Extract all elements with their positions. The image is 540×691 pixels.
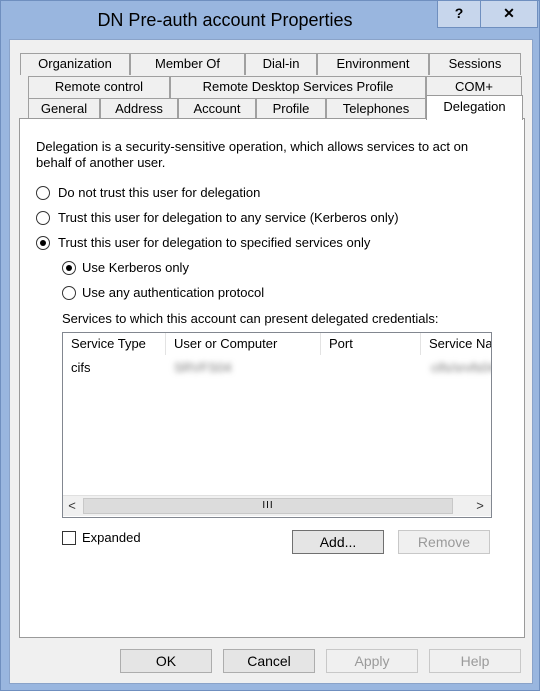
tab-delegation[interactable]: Delegation (426, 95, 523, 120)
help-title-button[interactable]: ? (437, 1, 481, 28)
tab-member-of[interactable]: Member Of (130, 53, 245, 75)
tab-telephones[interactable]: Telephones (326, 98, 426, 120)
scroll-left-icon[interactable]: < (63, 496, 81, 516)
label-trust-specified-services: Trust this user for delegation to specif… (58, 235, 371, 250)
window-title: DN Pre-auth account Properties (97, 10, 353, 30)
ok-button[interactable]: OK (120, 649, 212, 673)
apply-button[interactable]: Apply (326, 649, 418, 673)
tab-sessions[interactable]: Sessions (429, 53, 521, 75)
cancel-button[interactable]: Cancel (223, 649, 315, 673)
cell-service-type: cifs (71, 360, 91, 375)
cell-user-or-computer: SRVFS04 (174, 360, 232, 375)
horizontal-scrollbar[interactable]: < III > (63, 495, 491, 516)
label-trust-any-service: Trust this user for delegation to any se… (58, 210, 399, 225)
expanded-checkbox[interactable] (62, 531, 76, 545)
tab-dial-in[interactable]: Dial-in (245, 53, 317, 75)
column-service-name[interactable]: Service Na (421, 333, 491, 355)
remove-button[interactable]: Remove (398, 530, 490, 554)
tab-remote-control[interactable]: Remote control (28, 76, 170, 98)
add-button[interactable]: Add... (292, 530, 384, 554)
radio-use-any-protocol[interactable] (62, 286, 76, 300)
services-list[interactable]: Service Type User or Computer Port Servi… (62, 332, 492, 518)
cell-service-name: cifs/srvfs04 (431, 360, 492, 375)
services-label: Services to which this account can prese… (62, 311, 439, 326)
column-port[interactable]: Port (321, 333, 421, 355)
scroll-right-icon[interactable]: > (471, 496, 489, 516)
tab-account[interactable]: Account (178, 98, 256, 120)
close-icon[interactable]: ✕ (480, 1, 538, 28)
help-button[interactable]: Help (429, 649, 521, 673)
radio-trust-any-service[interactable] (36, 211, 50, 225)
expanded-label: Expanded (82, 530, 141, 545)
properties-window: DN Pre-auth account Properties ? ✕ Organ… (0, 0, 540, 691)
tab-organization[interactable]: Organization (20, 53, 130, 75)
label-do-not-trust: Do not trust this user for delegation (58, 185, 261, 200)
title-bar: DN Pre-auth account Properties ? ✕ (1, 1, 539, 39)
scroll-thumb[interactable]: III (83, 498, 453, 514)
tab-profile[interactable]: Profile (256, 98, 326, 120)
radio-do-not-trust[interactable] (36, 186, 50, 200)
column-service-type[interactable]: Service Type (63, 333, 166, 355)
tab-address[interactable]: Address (100, 98, 178, 120)
radio-trust-specified-services[interactable] (36, 236, 50, 250)
column-user-or-computer[interactable]: User or Computer (166, 333, 321, 355)
label-use-any-protocol: Use any authentication protocol (82, 285, 265, 300)
delegation-description-line1: Delegation is a security-sensitive opera… (36, 139, 469, 154)
delegation-description-line2: behalf of another user. (36, 155, 166, 170)
tab-remote-desktop-services-profile[interactable]: Remote Desktop Services Profile (170, 76, 426, 98)
tab-environment[interactable]: Environment (317, 53, 429, 75)
tab-general[interactable]: General (28, 98, 100, 120)
label-use-kerberos-only: Use Kerberos only (82, 260, 189, 275)
radio-use-kerberos-only[interactable] (62, 261, 76, 275)
